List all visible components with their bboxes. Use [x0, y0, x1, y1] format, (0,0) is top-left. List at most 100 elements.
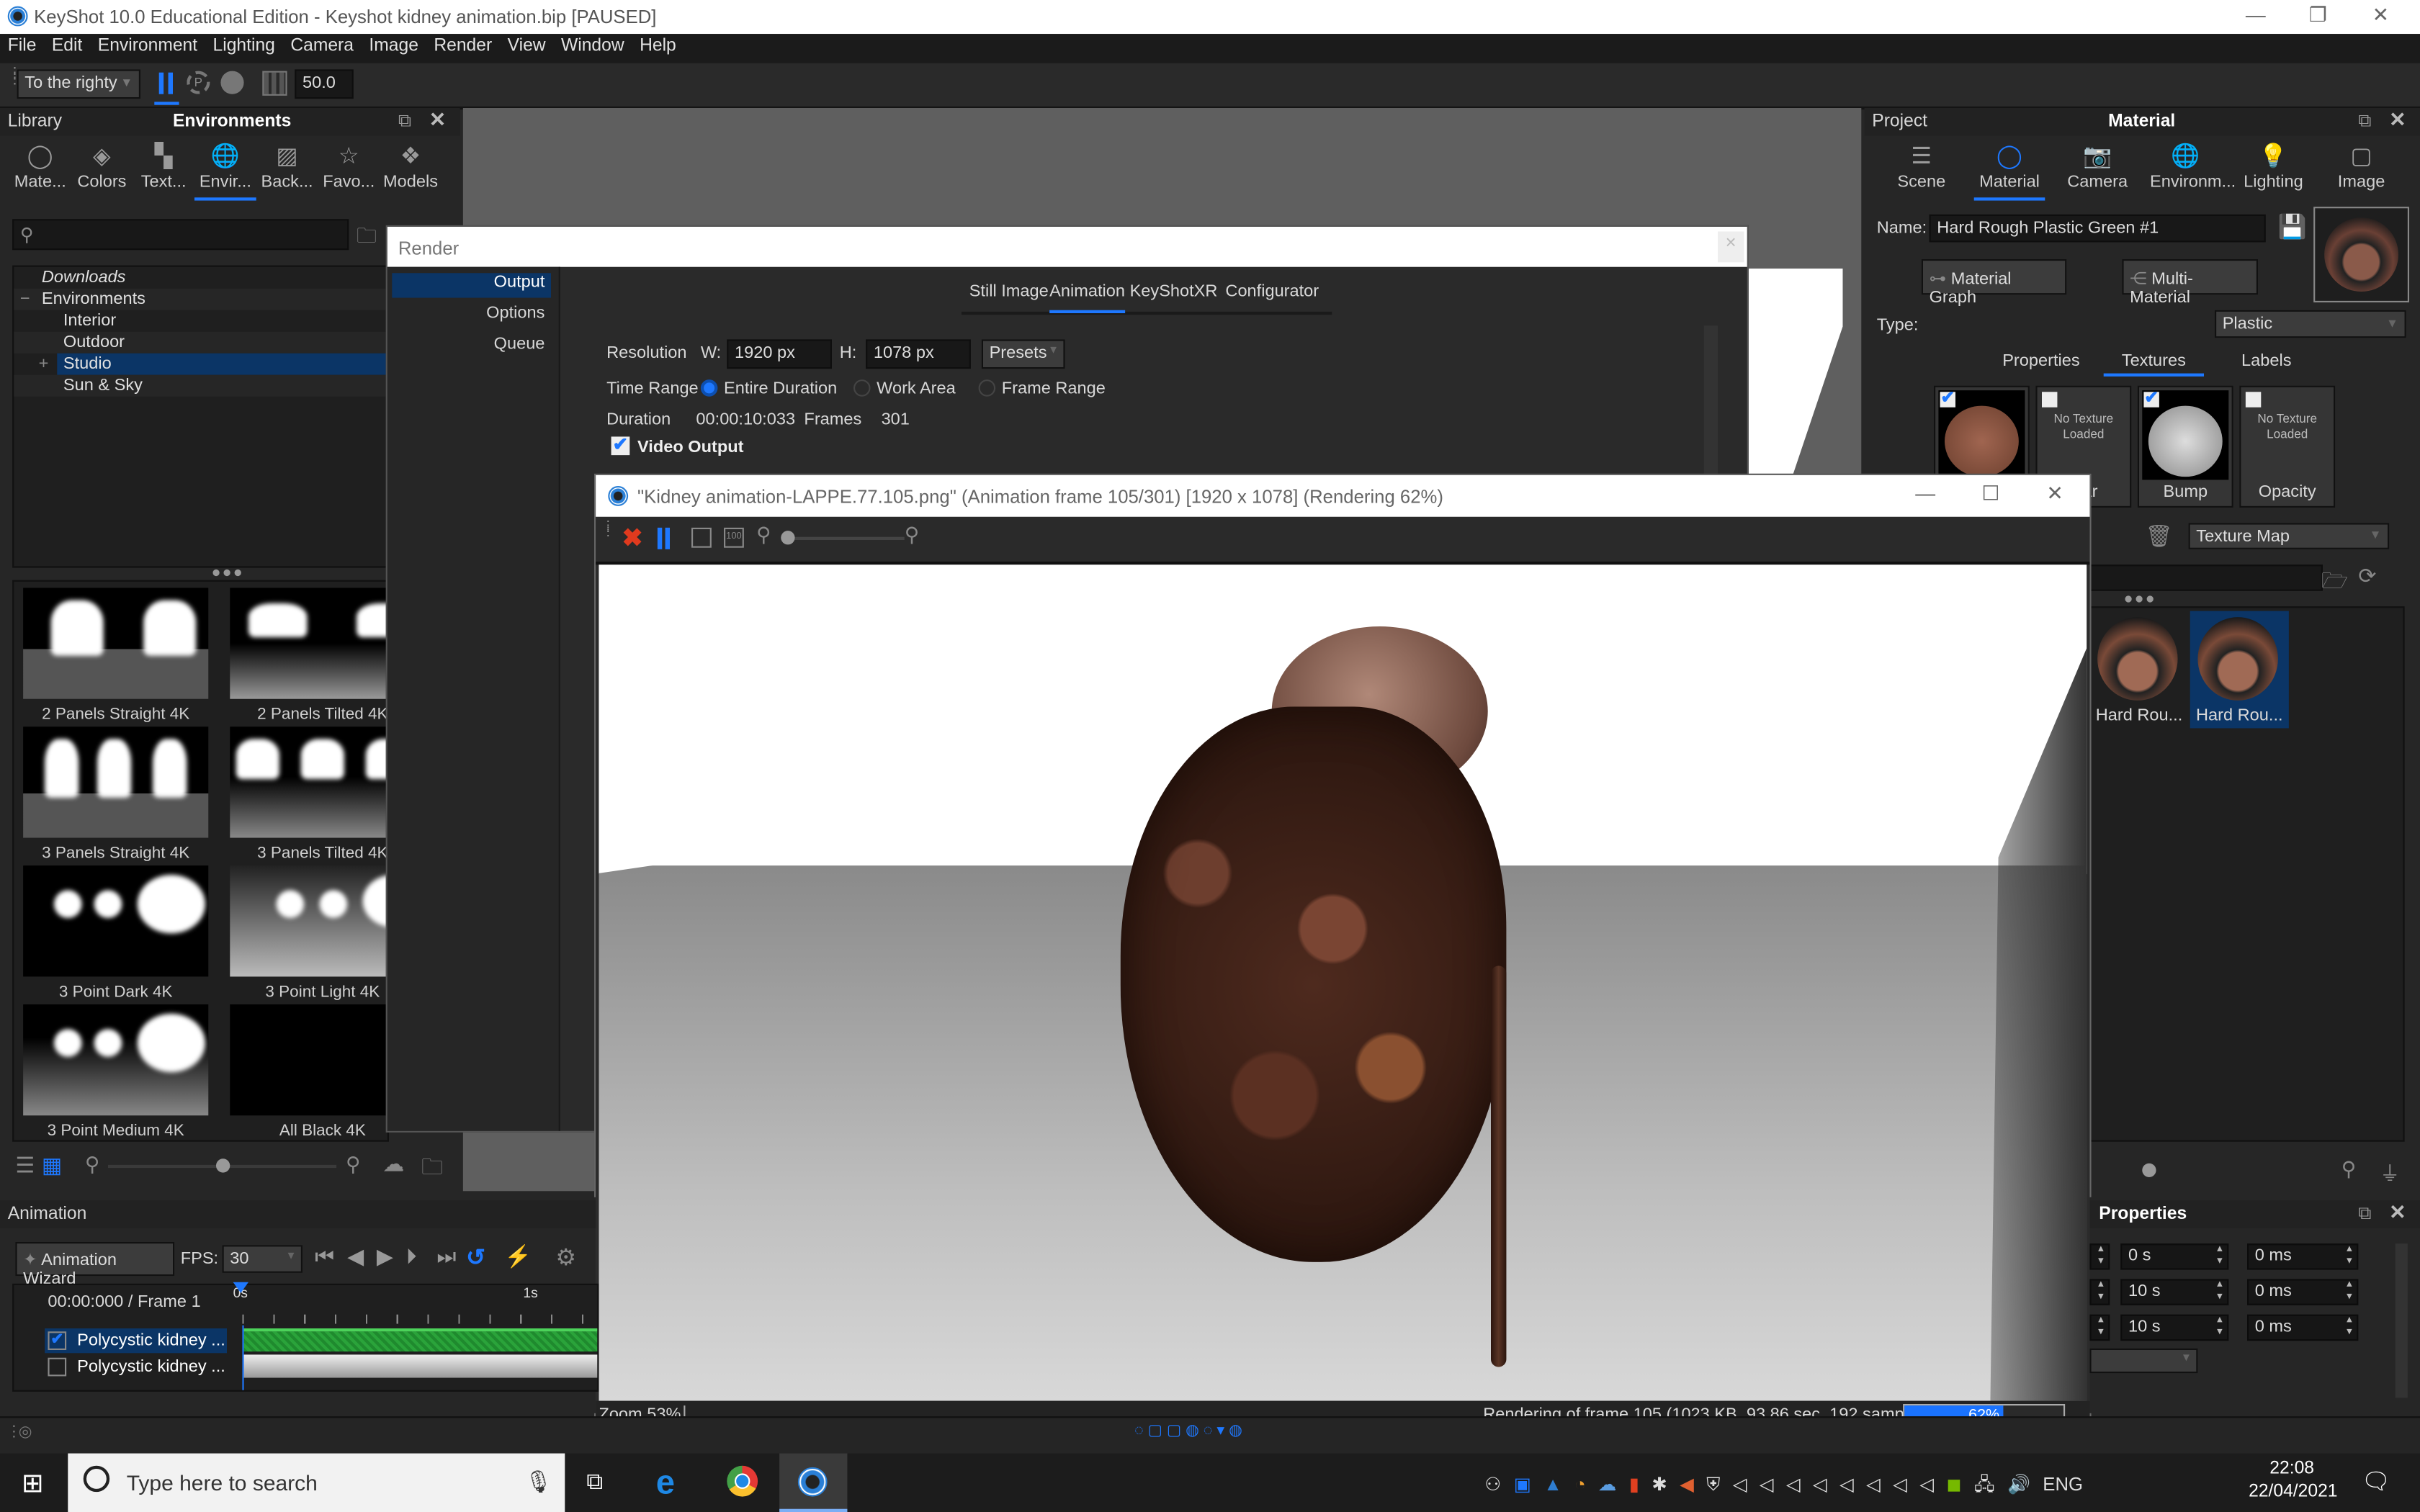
library-tab-colors[interactable]: ◈ Colors: [71, 142, 133, 191]
texture-enable-checkbox[interactable]: [2245, 392, 2262, 408]
undock-icon[interactable]: ⧉: [2358, 109, 2371, 132]
playhead-icon[interactable]: [233, 1282, 248, 1293]
maximize-button[interactable]: ☐: [1981, 482, 1999, 506]
environment-thumbnail[interactable]: [230, 726, 387, 838]
sync-icon[interactable]: ◔: [1574, 1473, 1586, 1495]
performance-mode-icon[interactable]: P: [187, 71, 210, 94]
filter-icon[interactable]: ⏚: [2380, 1157, 2400, 1187]
menu-image[interactable]: Image: [362, 34, 426, 55]
render-nav-output[interactable]: Output: [392, 273, 551, 298]
render-tab-configurator[interactable]: Configurator: [1225, 282, 1319, 310]
unity-icon[interactable]: ◁: [1786, 1473, 1801, 1495]
menu-lighting[interactable]: Lighting: [205, 34, 283, 55]
material-graph-button[interactable]: ⊶ Material Graph: [1921, 259, 2067, 307]
texture-enable-checkbox[interactable]: [2042, 392, 2058, 408]
splitter-handle[interactable]: ●●●: [2124, 591, 2156, 608]
track-visibility-checkbox[interactable]: [48, 1357, 67, 1377]
height-input[interactable]: 1078 px: [866, 339, 971, 369]
close-panel-icon[interactable]: ✕: [429, 108, 446, 132]
app-icon[interactable]: ✱: [1652, 1473, 1667, 1495]
close-panel-icon[interactable]: ✕: [2389, 108, 2406, 132]
task-view-icon[interactable]: ⧉: [586, 1469, 603, 1495]
menu-edit[interactable]: Edit: [44, 34, 90, 55]
texture-path-input[interactable]: [2088, 564, 2323, 591]
zoom-out-icon[interactable]: ⚲: [85, 1153, 99, 1177]
motion-blur-icon[interactable]: ⚡: [505, 1243, 532, 1269]
cloud-upload-icon[interactable]: ☁: [382, 1151, 404, 1177]
library-tab-material[interactable]: ◯ Mate...: [9, 142, 71, 191]
region-render-icon[interactable]: [262, 71, 287, 96]
delete-texture-icon[interactable]: 🗑: [2146, 523, 2173, 549]
animation-track-bar[interactable]: [243, 1354, 598, 1378]
network-icon[interactable]: 🖧: [1974, 1470, 1995, 1503]
project-tab-camera[interactable]: 📷 Camera: [2062, 142, 2133, 191]
menu-render[interactable]: Render: [426, 34, 500, 55]
unity-icon[interactable]: ◁: [1839, 1473, 1854, 1495]
render-dialog-scrollbar[interactable]: [1703, 325, 1718, 480]
fov-field[interactable]: 50.0: [295, 69, 354, 99]
undock-icon[interactable]: ⧉: [398, 109, 411, 132]
properties-scrollbar[interactable]: [2395, 1243, 2408, 1398]
material-preview[interactable]: [2313, 207, 2409, 302]
time-spinner[interactable]: [2089, 1243, 2110, 1270]
animation-track-bar[interactable]: [243, 1328, 598, 1352]
tree-item[interactable]: Sun & Sky: [14, 374, 387, 397]
expand-icon[interactable]: +: [39, 354, 49, 375]
go-to-end-icon[interactable]: ⏭: [436, 1243, 456, 1269]
project-tab-environment[interactable]: 🌐 Environm...: [2150, 142, 2236, 191]
settings-gear-icon[interactable]: ⚙: [555, 1243, 576, 1271]
security-icon[interactable]: ⛨: [1706, 1473, 1720, 1496]
time-range-radio[interactable]: [853, 379, 871, 397]
zoom-in-icon[interactable]: ⚲: [346, 1153, 360, 1177]
camera-select[interactable]: To the righty ▼: [17, 69, 141, 99]
thumbnail-size-slider[interactable]: [108, 1158, 337, 1173]
save-material-icon[interactable]: 💾: [2278, 213, 2307, 240]
subtab-properties[interactable]: Properties: [1991, 352, 2091, 374]
tree-item[interactable]: + Studio: [39, 353, 387, 375]
minimize-button[interactable]: —: [2246, 3, 2266, 26]
zoom-in-icon[interactable]: ⚲: [2341, 1157, 2356, 1182]
slider-knob[interactable]: [781, 531, 795, 545]
render-nav-options[interactable]: Options: [392, 304, 551, 328]
environment-thumbnail[interactable]: [23, 588, 209, 699]
tree-item[interactable]: Outdoor: [14, 331, 387, 354]
nvidia-icon[interactable]: ◼: [1946, 1473, 1961, 1495]
time-spinner[interactable]: [2089, 1314, 2110, 1341]
library-tab-favorites[interactable]: ☆ Favo...: [318, 142, 380, 191]
environment-thumbnail[interactable]: [23, 1004, 209, 1116]
video-output-checkbox[interactable]: ✔: [611, 435, 630, 456]
play-icon[interactable]: ▶: [377, 1243, 393, 1269]
slider-knob[interactable]: [216, 1158, 230, 1173]
step-forward-icon[interactable]: ⏵: [406, 1243, 417, 1269]
texture-enable-checkbox[interactable]: ✔: [2143, 390, 2159, 408]
project-tab-lighting[interactable]: 💡 Lighting: [2238, 142, 2309, 191]
menu-file[interactable]: File: [0, 34, 44, 55]
unity-icon[interactable]: ◁: [1919, 1473, 1934, 1495]
refresh-icon[interactable]: ⟳: [2358, 563, 2376, 589]
denoise-icon[interactable]: [220, 71, 244, 94]
open-folder-icon[interactable]: 🗁: [2321, 564, 2348, 601]
taskbar-search-box[interactable]: Type here to search 🎙: [68, 1453, 565, 1512]
texture-slot-bump[interactable]: ✔ Bump: [2137, 385, 2233, 508]
unity-icon[interactable]: ◁: [1893, 1473, 1907, 1495]
windows-start-icon[interactable]: ⊞: [22, 1469, 44, 1500]
close-button[interactable]: ✕: [2046, 482, 2063, 506]
unity-icon[interactable]: ◁: [1733, 1473, 1747, 1495]
unity-icon[interactable]: ◁: [1760, 1473, 1774, 1495]
render-nav-queue[interactable]: Queue: [392, 335, 551, 359]
time-range-option-label[interactable]: Entire Duration: [724, 379, 837, 398]
go-to-start-icon[interactable]: ⏮: [315, 1243, 334, 1269]
loop-icon[interactable]: ↺: [466, 1243, 485, 1271]
clock[interactable]: 22:08 22/04/2021: [2249, 1458, 2337, 1504]
toolbar-grip-icon[interactable]: ⋮ ⋮: [602, 519, 614, 538]
material-name-input[interactable]: Hard Rough Plastic Green #1: [1929, 214, 2266, 243]
slider-knob[interactable]: [2142, 1163, 2156, 1177]
menu-help[interactable]: Help: [632, 34, 684, 55]
library-search-input[interactable]: ⚲: [12, 219, 349, 251]
material-type-select[interactable]: Plastic ▼: [2215, 310, 2406, 338]
milliseconds-spinner[interactable]: 0 ms: [2247, 1314, 2359, 1341]
multi-material-button[interactable]: ⋲ Multi-Material: [2122, 259, 2258, 307]
width-input[interactable]: 1920 px: [727, 339, 832, 369]
project-tab-scene[interactable]: ☰ Scene: [1886, 142, 1958, 191]
environment-thumbnail[interactable]: [230, 588, 387, 699]
